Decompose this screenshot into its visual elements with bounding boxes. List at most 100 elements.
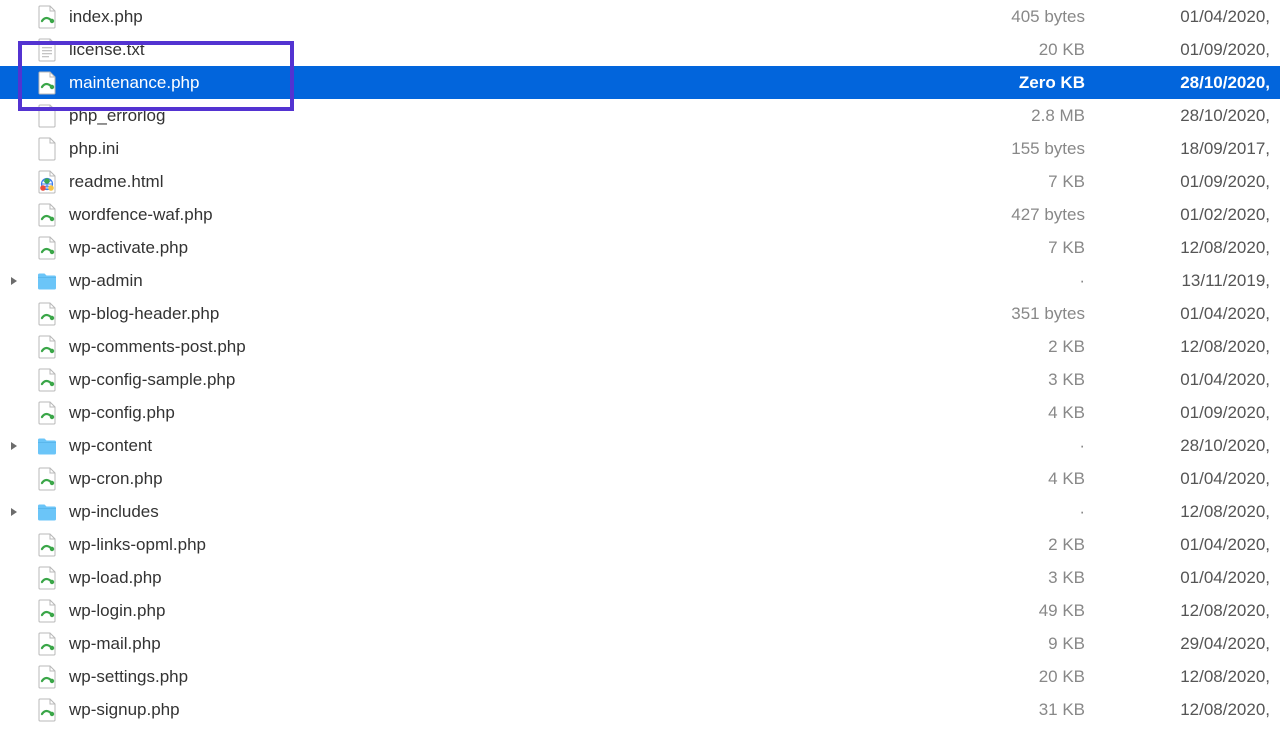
file-date: 01/04/2020, bbox=[1125, 7, 1280, 27]
blank-file-icon bbox=[35, 137, 59, 161]
file-name[interactable]: wp-comments-post.php bbox=[69, 337, 985, 357]
file-size: 31 KB bbox=[985, 700, 1125, 720]
file-size: 7 KB bbox=[985, 172, 1125, 192]
file-name[interactable]: wp-mail.php bbox=[69, 634, 985, 654]
file-date: 01/09/2020, bbox=[1125, 172, 1280, 192]
file-size: 427 bytes bbox=[985, 205, 1125, 225]
file-row[interactable]: wp-settings.php20 KB12/08/2020, bbox=[0, 660, 1280, 693]
file-size: 2 KB bbox=[985, 337, 1125, 357]
file-name[interactable]: php_errorlog bbox=[69, 106, 985, 126]
file-date: 01/04/2020, bbox=[1125, 535, 1280, 555]
file-row[interactable]: wp-admin·13/11/2019, bbox=[0, 264, 1280, 297]
file-size: 2.8 MB bbox=[985, 106, 1125, 126]
file-row[interactable]: wp-mail.php9 KB29/04/2020, bbox=[0, 627, 1280, 660]
file-row[interactable]: wp-activate.php7 KB12/08/2020, bbox=[0, 231, 1280, 264]
file-name[interactable]: index.php bbox=[69, 7, 985, 27]
file-list: index.php405 bytes01/04/2020,license.txt… bbox=[0, 0, 1280, 726]
php-file-icon bbox=[35, 5, 59, 29]
file-row[interactable]: maintenance.phpZero KB28/10/2020, bbox=[0, 66, 1280, 99]
file-size: · bbox=[985, 502, 1125, 522]
php-file-icon bbox=[35, 401, 59, 425]
php-file-icon bbox=[35, 71, 59, 95]
file-size: 49 KB bbox=[985, 601, 1125, 621]
file-row[interactable]: wp-content·28/10/2020, bbox=[0, 429, 1280, 462]
file-date: 01/09/2020, bbox=[1125, 40, 1280, 60]
file-row[interactable]: wp-load.php3 KB01/04/2020, bbox=[0, 561, 1280, 594]
html-file-icon bbox=[35, 170, 59, 194]
file-date: 12/08/2020, bbox=[1125, 700, 1280, 720]
file-name[interactable]: wp-admin bbox=[69, 271, 985, 291]
file-date: 13/11/2019, bbox=[1125, 271, 1280, 291]
file-row[interactable]: wp-config.php4 KB01/09/2020, bbox=[0, 396, 1280, 429]
file-row[interactable]: wp-comments-post.php2 KB12/08/2020, bbox=[0, 330, 1280, 363]
file-row[interactable]: wp-config-sample.php3 KB01/04/2020, bbox=[0, 363, 1280, 396]
file-name[interactable]: maintenance.php bbox=[69, 73, 985, 93]
file-date: 12/08/2020, bbox=[1125, 238, 1280, 258]
php-file-icon bbox=[35, 203, 59, 227]
file-name[interactable]: wp-links-opml.php bbox=[69, 535, 985, 555]
php-file-icon bbox=[35, 566, 59, 590]
file-row[interactable]: php.ini155 bytes18/09/2017, bbox=[0, 132, 1280, 165]
file-name[interactable]: wp-config.php bbox=[69, 403, 985, 423]
file-name[interactable]: wp-signup.php bbox=[69, 700, 985, 720]
file-size: 3 KB bbox=[985, 568, 1125, 588]
php-file-icon bbox=[35, 698, 59, 722]
file-row[interactable]: php_errorlog2.8 MB28/10/2020, bbox=[0, 99, 1280, 132]
file-row[interactable]: wp-blog-header.php351 bytes01/04/2020, bbox=[0, 297, 1280, 330]
file-date: 12/08/2020, bbox=[1125, 337, 1280, 357]
file-size: 2 KB bbox=[985, 535, 1125, 555]
file-size: Zero KB bbox=[985, 73, 1125, 93]
file-row[interactable]: license.txt20 KB01/09/2020, bbox=[0, 33, 1280, 66]
file-date: 01/04/2020, bbox=[1125, 304, 1280, 324]
file-date: 01/04/2020, bbox=[1125, 568, 1280, 588]
file-row[interactable]: wp-links-opml.php2 KB01/04/2020, bbox=[0, 528, 1280, 561]
file-row[interactable]: wp-includes·12/08/2020, bbox=[0, 495, 1280, 528]
file-name[interactable]: wp-config-sample.php bbox=[69, 370, 985, 390]
file-size: 20 KB bbox=[985, 40, 1125, 60]
file-name[interactable]: wp-activate.php bbox=[69, 238, 985, 258]
disclosure-triangle-icon[interactable] bbox=[7, 505, 21, 519]
file-date: 28/10/2020, bbox=[1125, 73, 1280, 93]
file-date: 12/08/2020, bbox=[1125, 502, 1280, 522]
file-size: · bbox=[985, 436, 1125, 456]
php-file-icon bbox=[35, 665, 59, 689]
file-row[interactable]: wordfence-waf.php427 bytes01/02/2020, bbox=[0, 198, 1280, 231]
file-name[interactable]: readme.html bbox=[69, 172, 985, 192]
file-size: 4 KB bbox=[985, 469, 1125, 489]
file-name[interactable]: php.ini bbox=[69, 139, 985, 159]
file-row[interactable]: wp-login.php49 KB12/08/2020, bbox=[0, 594, 1280, 627]
file-size: 351 bytes bbox=[985, 304, 1125, 324]
php-file-icon bbox=[35, 533, 59, 557]
file-date: 28/10/2020, bbox=[1125, 106, 1280, 126]
php-file-icon bbox=[35, 599, 59, 623]
file-row[interactable]: wp-signup.php31 KB12/08/2020, bbox=[0, 693, 1280, 726]
file-name[interactable]: wp-load.php bbox=[69, 568, 985, 588]
file-name[interactable]: wp-settings.php bbox=[69, 667, 985, 687]
file-date: 01/09/2020, bbox=[1125, 403, 1280, 423]
file-date: 29/04/2020, bbox=[1125, 634, 1280, 654]
php-file-icon bbox=[35, 302, 59, 326]
file-name[interactable]: license.txt bbox=[69, 40, 985, 60]
file-size: 7 KB bbox=[985, 238, 1125, 258]
php-file-icon bbox=[35, 335, 59, 359]
file-row[interactable]: wp-cron.php4 KB01/04/2020, bbox=[0, 462, 1280, 495]
file-name[interactable]: wp-content bbox=[69, 436, 985, 456]
file-name[interactable]: wp-blog-header.php bbox=[69, 304, 985, 324]
file-date: 18/09/2017, bbox=[1125, 139, 1280, 159]
file-size: 4 KB bbox=[985, 403, 1125, 423]
file-date: 01/04/2020, bbox=[1125, 370, 1280, 390]
txt-file-icon bbox=[35, 38, 59, 62]
file-name[interactable]: wp-cron.php bbox=[69, 469, 985, 489]
php-file-icon bbox=[35, 368, 59, 392]
file-name[interactable]: wordfence-waf.php bbox=[69, 205, 985, 225]
file-name[interactable]: wp-login.php bbox=[69, 601, 985, 621]
disclosure-triangle-icon[interactable] bbox=[7, 439, 21, 453]
file-name[interactable]: wp-includes bbox=[69, 502, 985, 522]
file-size: 405 bytes bbox=[985, 7, 1125, 27]
file-size: 155 bytes bbox=[985, 139, 1125, 159]
file-row[interactable]: readme.html7 KB01/09/2020, bbox=[0, 165, 1280, 198]
folder-file-icon bbox=[35, 500, 59, 524]
disclosure-triangle-icon[interactable] bbox=[7, 274, 21, 288]
file-row[interactable]: index.php405 bytes01/04/2020, bbox=[0, 0, 1280, 33]
file-date: 28/10/2020, bbox=[1125, 436, 1280, 456]
